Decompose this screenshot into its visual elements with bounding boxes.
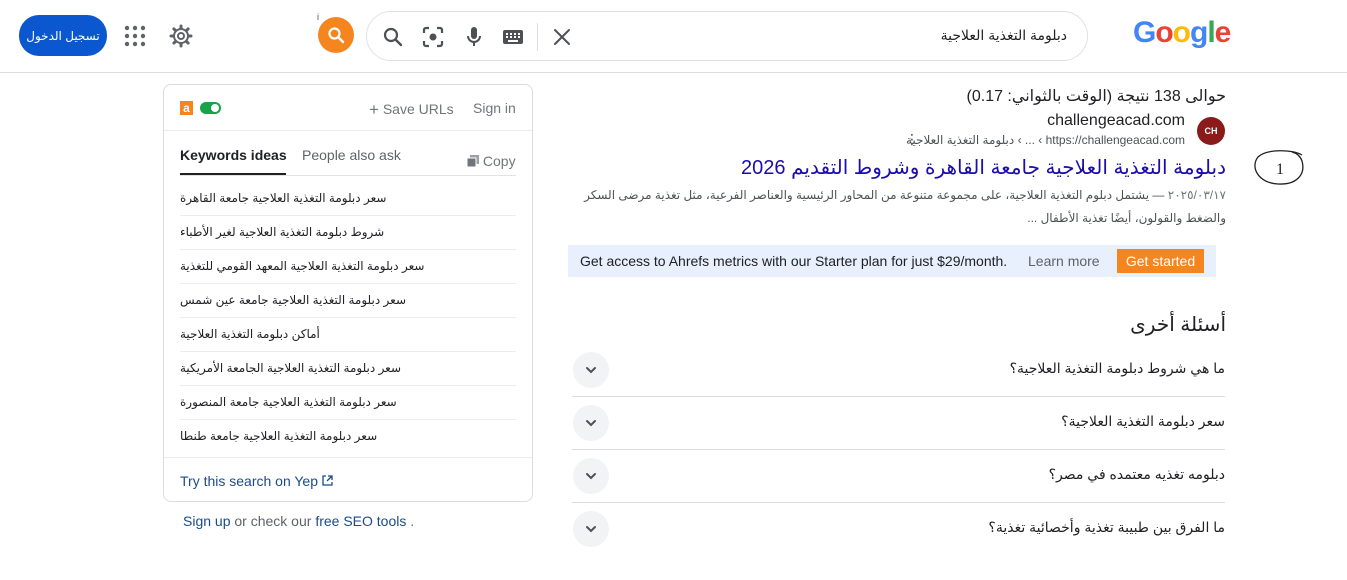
logo-letter: l (1207, 16, 1215, 49)
result-date: ٢٠٢٥/٠٣/١٧ (1167, 188, 1226, 202)
mic-icon[interactable] (461, 24, 487, 50)
tab-keywords-ideas[interactable]: Keywords ideas (180, 147, 287, 163)
keyword-item[interactable]: سعر دبلومة التغذية العلاجية جامعة عين شم… (180, 284, 516, 318)
panel-toolbar: a + Save URLs Sign in (164, 85, 532, 131)
paa-question: دبلومه تغذيه معتمده في مصر؟ (1048, 466, 1225, 482)
paa-item[interactable]: دبلومه تغذيه معتمده في مصر؟ (572, 450, 1225, 503)
header-bar: Google دبلومة التغذية العلاجية i تسجيل ا… (0, 0, 1347, 73)
logo-letter: o (1155, 16, 1173, 49)
keyboard-icon[interactable] (500, 24, 526, 50)
panel-footer-text: Sign up or check our free SEO tools . (183, 513, 414, 529)
keyword-item[interactable]: سعر دبلومة التغذية العلاجية جامعة المنصو… (180, 386, 516, 420)
copy-icon (466, 155, 479, 168)
info-marker: i (317, 12, 319, 22)
ahrefs-toggle[interactable] (200, 102, 221, 114)
keyword-list: سعر دبلومة التغذية العلاجية جامعة القاهر… (180, 182, 516, 454)
banner-text: Get access to Ahrefs metrics with our St… (580, 253, 1008, 269)
tab-people-also-ask[interactable]: People also ask (302, 147, 401, 163)
paa-item[interactable]: ما الفرق بين طبيبة تغذية وأخصائية تغذية؟ (572, 503, 1225, 556)
save-urls-button[interactable]: + Save URLs (369, 100, 454, 120)
keyword-item[interactable]: سعر دبلومة التغذية العلاجية جامعة القاهر… (180, 182, 516, 216)
site-url[interactable]: https://challengeacad.com › ... › دبلومة… (906, 133, 1185, 147)
try-yep-label: Try this search on Yep (180, 473, 319, 489)
save-urls-label: Save URLs (382, 101, 454, 117)
paa-question: ما الفرق بين طبيبة تغذية وأخصائية تغذية؟ (988, 519, 1225, 535)
copy-button[interactable]: Copy (466, 153, 516, 169)
keyword-item[interactable]: شروط دبلومة التغذية العلاجية لغير الأطبا… (180, 216, 516, 250)
sign-in-button[interactable]: تسجيل الدخول (19, 15, 107, 56)
keyword-item[interactable]: أماكن دبلومة التغذية العلاجية (180, 318, 516, 352)
search-input[interactable]: دبلومة التغذية العلاجية (941, 27, 1067, 44)
lens-icon[interactable] (420, 24, 446, 50)
paa-item[interactable]: سعر دبلومة التغذية العلاجية؟ (572, 397, 1225, 450)
ahrefs-search-icon[interactable] (318, 17, 354, 53)
more-options-icon[interactable]: ⋮ (905, 131, 919, 148)
apps-icon[interactable] (124, 25, 146, 47)
result-stats: حوالى 138 نتيجة (الوقت بالثواني: 0.17) (966, 88, 1226, 105)
close-icon[interactable] (549, 24, 575, 50)
keyword-item[interactable]: سعر دبلومة التغذية العلاجية الجامعة الأم… (180, 352, 516, 386)
plus-icon: + (369, 100, 379, 119)
result-snippet: ٢٠٢٥/٠٣/١٧ — يشتمل دبلوم التغذية العلاجي… (560, 184, 1226, 230)
keyword-item[interactable]: سعر دبلومة التغذية العلاجية المعهد القوم… (180, 250, 516, 284)
annotation-circle: 1 (1254, 150, 1304, 185)
paa-item[interactable]: ما هي شروط دبلومة التغذية العلاجية؟ (572, 344, 1225, 397)
ahrefs-banner: Get access to Ahrefs metrics with our St… (568, 245, 1216, 277)
chevron-down-icon[interactable] (573, 405, 609, 441)
free-seo-tools-link[interactable]: free SEO tools (315, 513, 406, 529)
site-name[interactable]: challengeacad.com (1047, 112, 1185, 130)
site-favicon[interactable]: CH (1197, 117, 1225, 145)
logo-letter: g (1190, 16, 1208, 49)
try-yep-link[interactable]: Try this search on Yep (180, 473, 333, 489)
panel-footer-divider (164, 457, 532, 458)
external-link-icon (322, 475, 333, 486)
chevron-down-icon[interactable] (573, 352, 609, 388)
sign-up-link[interactable]: Sign up (183, 513, 230, 529)
result-title-link[interactable]: دبلومة التغذية العلاجية جامعة القاهرة وش… (741, 155, 1226, 180)
learn-more-link[interactable]: Learn more (1028, 253, 1100, 269)
copy-label: Copy (482, 153, 516, 169)
search-divider (537, 23, 538, 51)
logo-letter: o (1172, 16, 1191, 49)
gear-icon[interactable] (167, 22, 195, 50)
paa-question: سعر دبلومة التغذية العلاجية؟ (1061, 413, 1225, 429)
search-icon[interactable] (380, 24, 406, 50)
google-logo[interactable]: Google (1133, 16, 1232, 50)
keyword-item[interactable]: سعر دبلومة التغذية العلاجية جامعة طنطا (180, 420, 516, 454)
logo-letter: e (1214, 16, 1232, 49)
footer-text-end: . (406, 513, 415, 529)
search-box[interactable]: دبلومة التغذية العلاجية (366, 11, 1088, 61)
panel-sign-in-link[interactable]: Sign in (473, 100, 516, 116)
ahrefs-logo[interactable]: a (180, 101, 193, 115)
paa-heading: أسئلة أخرى (1130, 314, 1226, 336)
get-started-button[interactable]: Get started (1117, 249, 1204, 273)
ahrefs-panel: a + Save URLs Sign in Keywords ideas Peo… (163, 84, 533, 502)
annotation-number: 1 (1276, 161, 1284, 178)
footer-text-mid: or check our (230, 513, 316, 529)
chevron-down-icon[interactable] (573, 511, 609, 547)
paa-question: ما هي شروط دبلومة التغذية العلاجية؟ (1009, 360, 1225, 376)
snippet-text: — يشتمل دبلوم التغذية العلاجية، على مجمو… (584, 188, 1226, 225)
logo-letter: G (1133, 16, 1156, 49)
tab-divider (180, 175, 516, 176)
chevron-down-icon[interactable] (573, 458, 609, 494)
